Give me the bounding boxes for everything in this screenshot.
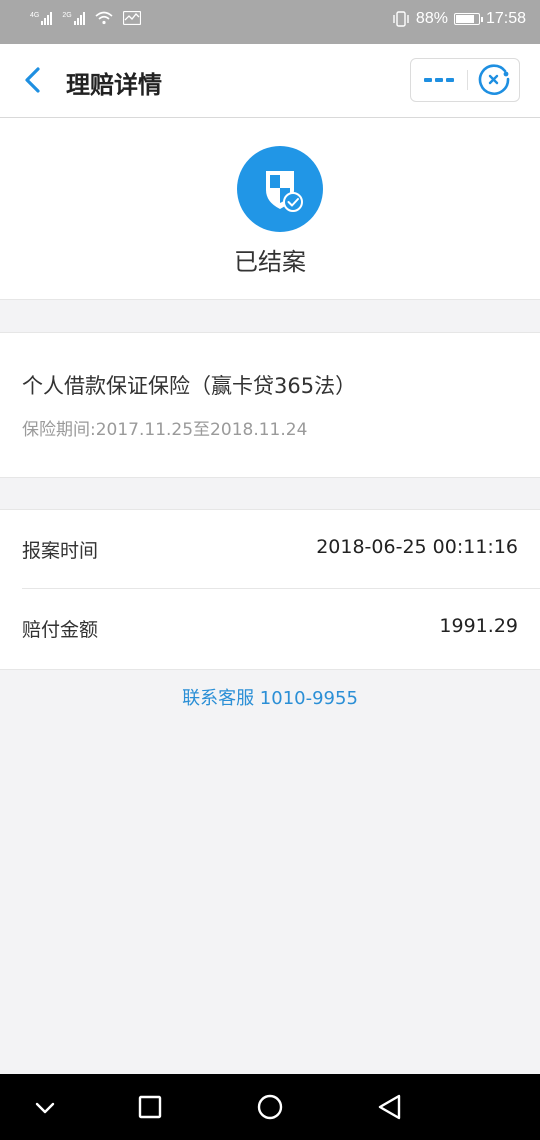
page-title: 理赔详情 — [66, 71, 162, 99]
status-right: 88% 17:58 — [392, 10, 526, 28]
more-dots-icon[interactable] — [411, 59, 467, 101]
claim-details-card: 报案时间 2018-06-25 00:11:16 赔付金额 1991.29 — [0, 509, 540, 670]
mini-program-capsule — [410, 58, 520, 102]
square-icon[interactable] — [131, 1088, 169, 1126]
detail-label: 报案时间 — [22, 540, 99, 562]
detail-row-payout-amount: 赔付金额 1991.29 — [0, 589, 540, 667]
status-icon-badge — [237, 146, 323, 232]
detail-value: 1991.29 — [439, 615, 518, 637]
wifi-icon — [95, 11, 113, 25]
vibrate-icon — [393, 11, 409, 27]
contact-service-link[interactable]: 联系客服 1010-9955 — [0, 684, 540, 710]
chevron-down-icon[interactable] — [26, 1088, 64, 1126]
claim-status-section: 已结案 — [0, 118, 540, 300]
signal-2g-icon: 2G — [62, 12, 85, 25]
signal-4g-icon: 4G — [30, 12, 53, 25]
network-type-label: 2G — [62, 12, 72, 19]
detail-row-report-time: 报案时间 2018-06-25 00:11:16 — [0, 510, 540, 589]
triangle-back-icon[interactable] — [371, 1088, 409, 1126]
battery-icon — [453, 13, 483, 25]
circle-icon[interactable] — [251, 1088, 289, 1126]
policy-period: 保险期间:2017.11.25至2018.11.24 — [22, 420, 308, 440]
detail-label: 赔付金额 — [22, 619, 99, 641]
battery-percent: 88% — [415, 10, 448, 27]
shield-check-icon — [266, 171, 303, 212]
detail-value: 2018-06-25 00:11:16 — [316, 536, 518, 558]
signal-group: 4G 2G — [30, 11, 141, 25]
system-navigation-bar — [0, 1074, 540, 1140]
policy-card: 个人借款保证保险（赢卡贷365法） 保险期间:2017.11.25至2018.1… — [0, 332, 540, 478]
clock: 17:58 — [485, 10, 526, 27]
title-bar: 理赔详情 — [0, 44, 540, 118]
close-circle-icon[interactable] — [468, 59, 520, 101]
activity-icon — [122, 11, 141, 25]
battery-level — [455, 15, 474, 23]
chevron-left-icon[interactable] — [18, 64, 50, 96]
network-type-label: 4G — [30, 12, 40, 19]
policy-name: 个人借款保证保险（赢卡贷365法） — [22, 374, 357, 398]
claim-status-text: 已结案 — [234, 248, 306, 276]
status-bar: 4G 2G 88% 17:58 — [0, 0, 540, 44]
